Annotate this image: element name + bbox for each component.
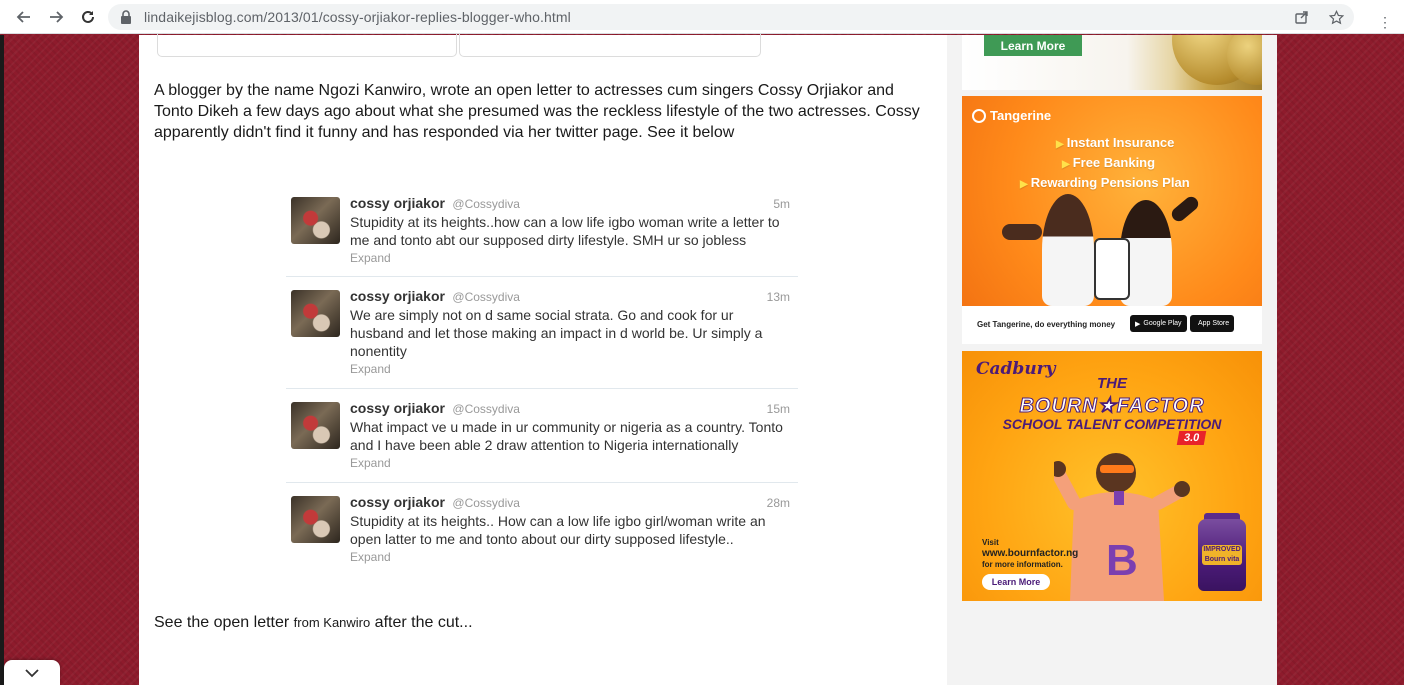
tweet-text: Stupidity at its heights..how can a low … (350, 214, 780, 248)
app-store-badge[interactable]: App Store (1190, 315, 1235, 332)
ad-tangerine[interactable]: Tangerine ▶ Instant Insurance ▶ Free Banki… (962, 96, 1262, 344)
left-edge (0, 35, 4, 685)
benefit-text: Free Banking (1072, 155, 1156, 170)
tweet-expand-link[interactable]: Expand (350, 362, 391, 376)
tweet-author-name[interactable]: cossy orjiakor (350, 195, 445, 211)
article-outro: See the open letter from Kanwiro after t… (154, 614, 473, 632)
tangerine-footer-text: Get Tangerine, do everything money (977, 320, 1116, 329)
tweet-header: cossy orjiakor @Cossydiva 13m (350, 288, 790, 306)
avatar[interactable] (291, 290, 340, 337)
learn-more-button[interactable]: Learn More (984, 35, 1082, 56)
tweet-author-name[interactable]: cossy orjiakor (350, 288, 445, 304)
tweet-handle[interactable]: @Cossydiva (452, 197, 520, 211)
share-icon[interactable] (1292, 7, 1312, 27)
tweet-4[interactable]: cossy orjiakor @Cossydiva 28m Stupidity … (286, 484, 798, 577)
tweet-text: What impact ve u made in ur community or… (350, 419, 783, 453)
tweet-3[interactable]: cossy orjiakor @Cossydiva 15m What impac… (286, 390, 798, 483)
browser-toolbar: lindaikejisblog.com/2013/01/cossy-orjiak… (0, 0, 1404, 34)
benefit-line: ▶ Instant Insurance (1020, 134, 1250, 154)
lock-icon (121, 10, 131, 24)
tweet-time[interactable]: 13m (767, 290, 790, 304)
outro-link-text: after the cut... (370, 614, 473, 631)
cadbury-title-sub: SCHOOL TALENT COMPETITION (1002, 416, 1222, 432)
triangle-bullet-icon: ▶ (1020, 179, 1028, 190)
jar-label: IMPROVED Bourn vita (1202, 545, 1242, 565)
avatar[interactable] (291, 402, 340, 449)
article-intro: A blogger by the name Ngozi Kanwiro, wro… (154, 82, 920, 141)
tangerine-footer: Get Tangerine, do everything money ▶ Goog… (962, 306, 1262, 344)
previous-content (157, 33, 762, 57)
benefit-text: Rewarding Pensions Plan (1030, 175, 1190, 190)
outro-author: from Kanwiro (293, 615, 371, 630)
play-icon: ▶ (1135, 320, 1141, 328)
tangerine-logo-icon (972, 108, 986, 123)
cadbury-title-main: BOURN★FACTOR (1019, 395, 1205, 418)
person-figure (1042, 194, 1094, 306)
arm (1169, 193, 1201, 225)
benefit-text: Instant Insurance (1066, 135, 1175, 150)
benefit-line: ▶ Free Banking (1020, 154, 1250, 174)
svg-text:B: B (1106, 536, 1138, 585)
cadbury-visit-text: Visit www.bournfactor.ng for more inform… (982, 537, 1078, 570)
prev-box-right (459, 33, 761, 57)
google-play-label: Google Play (1143, 320, 1182, 327)
more-info-label: for more information. (982, 560, 1063, 569)
menu-icon[interactable]: ⋮ (1378, 14, 1392, 31)
tweet-expand-link[interactable]: Expand (350, 251, 391, 265)
benefit-line: ▶ Rewarding Pensions Plan (1020, 174, 1250, 194)
reload-button[interactable] (76, 5, 100, 29)
tweet-time[interactable]: 15m (767, 402, 790, 416)
tweet-time[interactable]: 5m (773, 197, 790, 211)
visit-label: Visit (982, 538, 999, 547)
tweet-handle[interactable]: @Cossydiva (452, 402, 520, 416)
tweet-handle[interactable]: @Cossydiva (452, 290, 520, 304)
url-text[interactable]: lindaikejisblog.com/2013/01/cossy-orjiak… (144, 9, 571, 25)
triangle-bullet-icon: ▶ (1056, 139, 1064, 150)
tweet-1[interactable]: cossy orjiakor @Cossydiva 5m Stupidity a… (286, 185, 798, 277)
tweet-2[interactable]: cossy orjiakor @Cossydiva 13m We are sim… (286, 278, 798, 389)
tweet-author-name[interactable]: cossy orjiakor (350, 494, 445, 510)
ad-cadbury[interactable]: Cadbury THE BOURN★FACTOR SCHOOL TALENT C… (962, 351, 1262, 601)
address-bar[interactable]: lindaikejisblog.com/2013/01/cossy-orjiak… (108, 4, 1354, 30)
tweet-expand-link[interactable]: Expand (350, 550, 391, 564)
forward-button[interactable] (44, 5, 68, 29)
tweet-header: cossy orjiakor @Cossydiva 15m (350, 400, 790, 418)
tweet-header: cossy orjiakor @Cossydiva 5m (350, 195, 790, 213)
back-button[interactable] (12, 5, 36, 29)
tangerine-brand: Tangerine (990, 108, 1052, 123)
cadbury-learn-more-button[interactable]: Learn More (982, 574, 1050, 590)
chevron-down-icon (25, 668, 39, 677)
triangle-bullet-icon: ▶ (1062, 159, 1070, 170)
tweet-header: cossy orjiakor @Cossydiva 28m (350, 494, 790, 512)
tweet-text: We are simply not on d same social strat… (350, 307, 763, 359)
tweet-text: Stupidity at its heights.. How can a low… (350, 513, 766, 547)
tangerine-logo: Tangerine (972, 108, 1051, 123)
prev-box-left (157, 33, 457, 57)
ad-banner-top[interactable]: Learn More (962, 35, 1262, 90)
avatar[interactable] (291, 496, 340, 543)
child-illustration: B (1054, 453, 1190, 601)
cadbury-url[interactable]: www.bournfactor.ng (982, 548, 1078, 559)
tweet-expand-link[interactable]: Expand (350, 456, 391, 470)
arm (1002, 224, 1042, 240)
arrow-left-icon (16, 11, 30, 23)
tweet-handle[interactable]: @Cossydiva (452, 496, 520, 510)
article-panel: A blogger by the name Ngozi Kanwiro, wro… (139, 33, 947, 685)
outro-text: See the open letter (154, 614, 294, 631)
avatar[interactable] (291, 197, 340, 244)
app-store-label: App Store (1198, 320, 1230, 327)
arrow-right-icon (50, 11, 64, 23)
bookmark-star-icon[interactable] (1326, 7, 1346, 27)
phone-graphic (1094, 238, 1130, 300)
tweet-time[interactable]: 28m (767, 496, 790, 510)
google-play-badge[interactable]: ▶ Google Play (1130, 315, 1187, 332)
cadbury-title-the: THE (1097, 375, 1127, 392)
reload-icon (82, 10, 94, 23)
tangerine-benefits: ▶ Instant Insurance ▶ Free Banking ▶ Reward… (1020, 134, 1250, 194)
tweet-author-name[interactable]: cossy orjiakor (350, 400, 445, 416)
collapse-button[interactable] (4, 660, 60, 685)
